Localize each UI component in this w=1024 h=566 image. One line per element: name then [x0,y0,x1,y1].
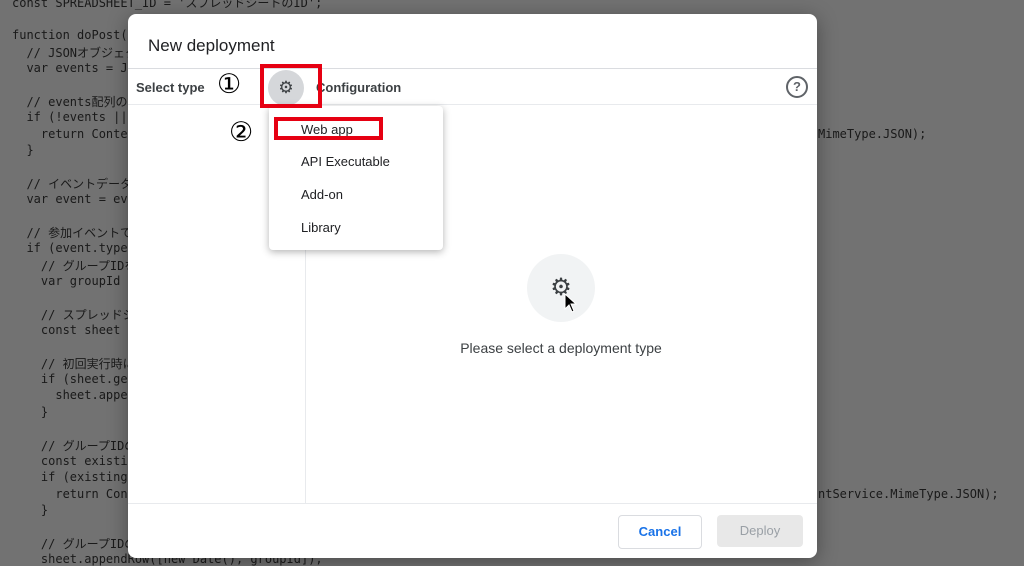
deploy-button[interactable]: Deploy [717,515,803,547]
cancel-button[interactable]: Cancel [618,515,702,549]
web-app-highlight-box [274,117,383,140]
mouse-cursor-icon [564,292,578,313]
configuration-label: Configuration [316,80,402,95]
select-type-label: Select type [136,80,205,95]
select-deployment-prompt: Please select a deployment type [460,340,662,356]
placeholder-gear-icon: ⚙ [527,254,595,322]
menu-item-library[interactable]: Library [301,220,341,235]
menu-item-api-executable[interactable]: API Executable [301,154,390,169]
dialog-title: New deployment [148,36,275,55]
step-marker-2: ② [229,117,254,148]
help-icon[interactable]: ? [786,76,808,98]
footer-divider [128,503,817,504]
menu-item-add-on[interactable]: Add-on [301,187,343,202]
step-marker-1: ① [217,69,242,100]
gear-highlight-box [260,64,322,108]
subheader-divider [128,104,817,105]
